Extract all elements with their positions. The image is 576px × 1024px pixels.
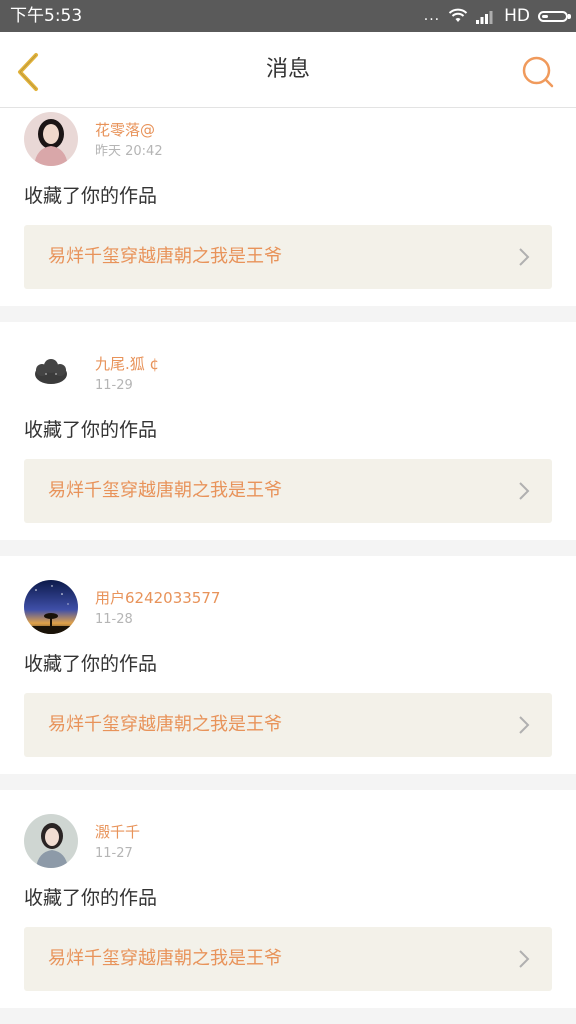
chevron-right-icon bbox=[519, 950, 530, 968]
avatar[interactable] bbox=[24, 344, 78, 398]
work-title: 易烊千玺穿越唐朝之我是王爷 bbox=[48, 948, 282, 969]
avatar[interactable] bbox=[24, 580, 78, 634]
work-link[interactable]: 易烊千玺穿越唐朝之我是王爷 bbox=[24, 225, 552, 289]
username[interactable]: 用户6242033577 bbox=[95, 588, 220, 608]
work-link[interactable]: 易烊千玺穿越唐朝之我是王爷 bbox=[24, 927, 552, 991]
chevron-right-icon bbox=[519, 482, 530, 500]
page-title: 消息 bbox=[265, 57, 310, 82]
message-card: 花零落@ 昨天 20:42 收藏了你的作品 易烊千玺穿越唐朝之我是王爷 bbox=[0, 108, 576, 306]
chevron-left-icon bbox=[18, 53, 38, 91]
chevron-right-icon bbox=[519, 716, 530, 734]
status-bar: 下午5:53 ... HD bbox=[0, 0, 576, 32]
username[interactable]: 九尾.狐 ¢ bbox=[95, 354, 159, 374]
action-text: 收藏了你的作品 bbox=[24, 887, 158, 909]
avatar[interactable] bbox=[24, 814, 78, 868]
more-dots-icon: ... bbox=[423, 8, 441, 24]
work-title: 易烊千玺穿越唐朝之我是王爷 bbox=[48, 714, 282, 735]
action-text: 收藏了你的作品 bbox=[24, 653, 158, 675]
search-button[interactable] bbox=[520, 54, 556, 90]
work-title: 易烊千玺穿越唐朝之我是王爷 bbox=[48, 246, 282, 267]
work-link[interactable]: 易烊千玺穿越唐朝之我是王爷 bbox=[24, 693, 552, 757]
status-icons: ... HD bbox=[416, 5, 571, 27]
message-time: 11-27 bbox=[95, 846, 133, 861]
message-time: 11-28 bbox=[95, 612, 133, 627]
signal-icon bbox=[476, 10, 493, 24]
action-text: 收藏了你的作品 bbox=[24, 185, 158, 207]
battery-icon bbox=[538, 10, 571, 22]
message-card: 用户6242033577 11-28 收藏了你的作品 易烊千玺穿越唐朝之我是王爷 bbox=[0, 556, 576, 774]
work-link[interactable]: 易烊千玺穿越唐朝之我是王爷 bbox=[24, 459, 552, 523]
message-time: 昨天 20:42 bbox=[95, 144, 163, 159]
network-type-label: HD bbox=[504, 6, 530, 26]
wifi-icon bbox=[448, 8, 468, 22]
back-button[interactable] bbox=[12, 52, 48, 92]
message-time: 11-29 bbox=[95, 378, 133, 393]
avatar[interactable] bbox=[24, 112, 78, 166]
search-icon bbox=[522, 56, 554, 88]
message-card: 溵千千 11-27 收藏了你的作品 易烊千玺穿越唐朝之我是王爷 bbox=[0, 790, 576, 1008]
username[interactable]: 溵千千 bbox=[95, 822, 140, 842]
action-text: 收藏了你的作品 bbox=[24, 419, 158, 441]
username[interactable]: 花零落@ bbox=[95, 120, 155, 140]
work-title: 易烊千玺穿越唐朝之我是王爷 bbox=[48, 480, 282, 501]
message-card: 九尾.狐 ¢ 11-29 收藏了你的作品 易烊千玺穿越唐朝之我是王爷 bbox=[0, 322, 576, 540]
nav-bar: 消息 bbox=[0, 32, 576, 108]
status-time: 下午5:53 bbox=[10, 6, 83, 26]
chevron-right-icon bbox=[519, 248, 530, 266]
